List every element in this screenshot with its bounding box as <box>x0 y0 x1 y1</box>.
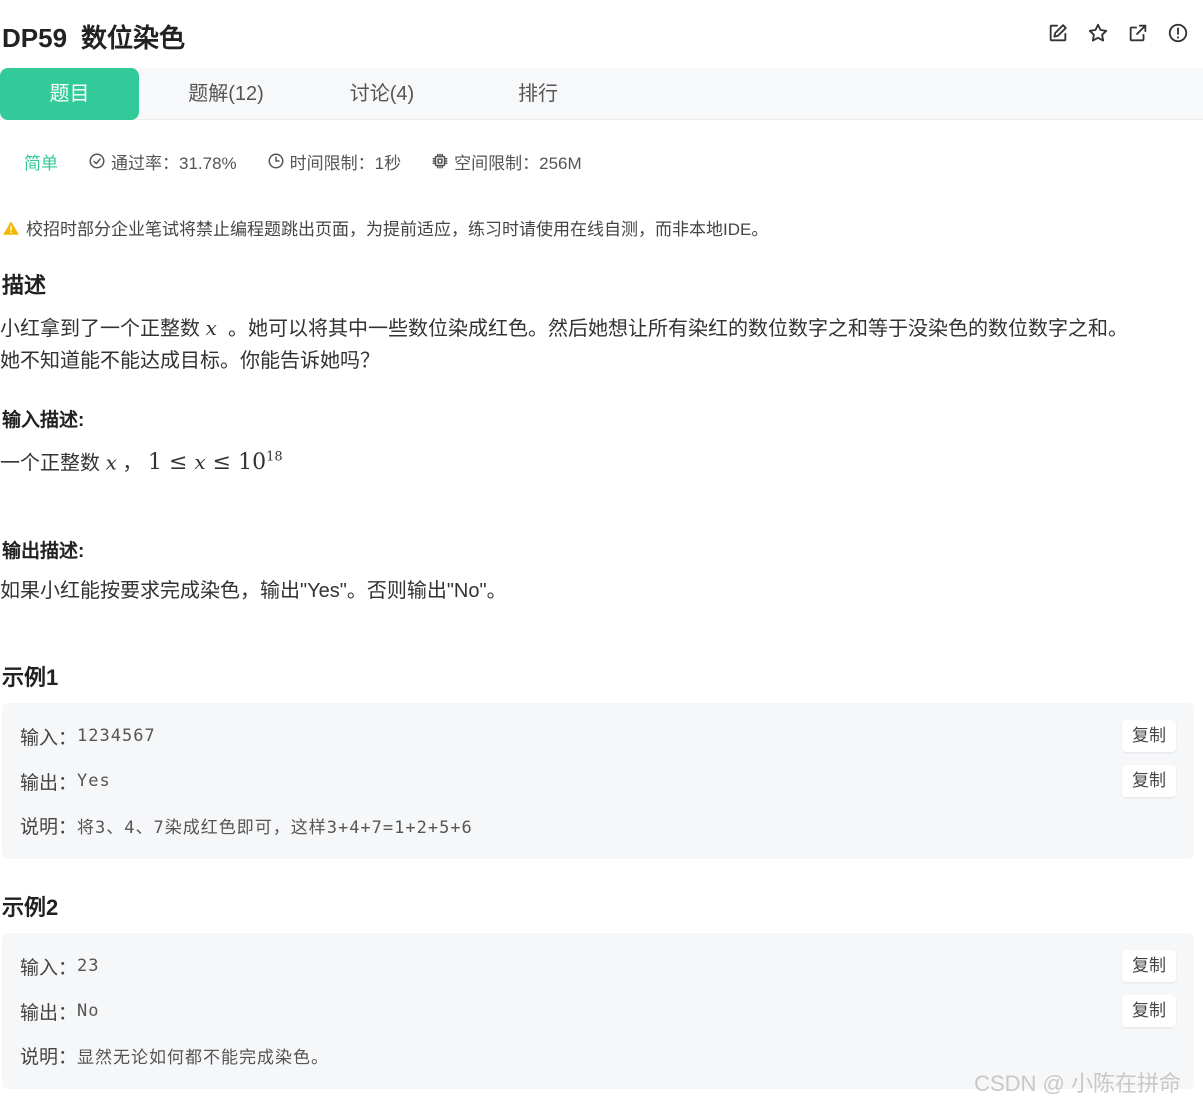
output-label: 输出： <box>20 772 78 794</box>
example-1-note: 将3、4、7染成红色即可，这样3+4+7=1+2+5+6 <box>77 817 473 838</box>
output-desc-text: 如果小红能按要求完成染色，输出"Yes"。否则输出"No"。 <box>0 580 507 602</box>
tab-bar: 题目 题解(12) 讨论(4) 排行 <box>0 68 1203 120</box>
notice-text: 校招时部分企业笔试将禁止编程题跳出页面，为提前适应，练习时请使用在线自测，而非本… <box>26 220 769 239</box>
pass-rate: 通过率：31.78% <box>88 149 237 174</box>
math-var-x: x <box>105 450 117 475</box>
description-text: 小红拿到了一个正整数 x 。她可以将其中一些数位染成红色。然后她想让所有染红的数… <box>0 312 1128 377</box>
problem-meta: 简单 通过率：31.78% 时间限制：1秒 空间限制：256M <box>24 148 612 174</box>
example-2-input-row: 输入： 23 <box>20 951 100 981</box>
input-desc-heading: 输入描述: <box>2 410 85 431</box>
description-text-b: 。她可以将其中一些数位染成红色。然后她想让所有染红的数位数字之和等于没染色的数位… <box>227 318 1128 340</box>
problem-title: 数位染色 <box>81 23 186 53</box>
space-limit-text: 空间限制：256M <box>454 153 582 173</box>
input-desc-sep: ， <box>122 452 143 475</box>
time-limit: 时间限制：1秒 <box>267 149 401 174</box>
constraint-exponent: 18 <box>266 450 283 465</box>
constraint-left: 1 ≤ <box>147 450 195 476</box>
example-1-box: 输入： 1234567 复制 输出： Yes 复制 说明： 将3、4、7染成红色… <box>2 703 1194 859</box>
example-1-output-row: 输出： Yes <box>20 766 111 796</box>
copy-input-button[interactable]: 复制 <box>1122 720 1176 752</box>
clock-icon <box>268 153 284 169</box>
example-2-output[interactable]: No <box>77 1001 99 1021</box>
problem-header: DP59 数位染色 <box>0 14 1203 58</box>
copy-output-button[interactable]: 复制 <box>1122 765 1176 797</box>
example-2-heading: 示例2 <box>2 895 59 920</box>
input-desc-text: 一个正整数 x ， 1 ≤ x ≤ 1018 <box>0 442 283 479</box>
example-2-note-row: 说明： 显然无论如何都不能完成染色。 <box>20 1040 329 1070</box>
pass-rate-text: 通过率：31.78% <box>111 153 237 173</box>
star-icon[interactable] <box>1087 22 1109 44</box>
example-2-output-row: 输出： No <box>20 996 100 1026</box>
tab-solutions[interactable]: 题解(12) <box>160 68 292 120</box>
check-circle-icon <box>89 153 105 169</box>
math-var-x: x <box>205 316 217 340</box>
warning-icon <box>3 220 19 235</box>
example-1-input-row: 输入： 1234567 <box>20 721 156 751</box>
constraint-right: ≤ 10 <box>205 450 267 476</box>
note-label: 说明： <box>20 1046 78 1068</box>
report-icon[interactable] <box>1167 22 1189 44</box>
example-2-input[interactable]: 23 <box>77 956 99 976</box>
exam-notice: 校招时部分企业笔试将禁止编程题跳出页面，为提前适应，练习时请使用在线自测，而非本… <box>2 215 768 240</box>
example-2-note: 显然无论如何都不能完成染色。 <box>77 1047 330 1068</box>
description-text-a: 小红拿到了一个正整数 <box>0 318 200 340</box>
example-1-output[interactable]: Yes <box>77 771 111 791</box>
copy-input-button[interactable]: 复制 <box>1122 950 1176 982</box>
tab-ranking[interactable]: 排行 <box>472 68 604 120</box>
copy-output-button[interactable]: 复制 <box>1122 995 1176 1027</box>
chip-icon <box>432 153 448 169</box>
example-1-heading: 示例1 <box>2 665 59 690</box>
example-1-note-row: 说明： 将3、4、7染成红色即可，这样3+4+7=1+2+5+6 <box>20 810 473 840</box>
input-label: 输入： <box>20 957 78 979</box>
description-line-1: 小红拿到了一个正整数 x 。她可以将其中一些数位染成红色。然后她想让所有染红的数… <box>0 312 1128 345</box>
input-label: 输入： <box>20 727 78 749</box>
output-label: 输出： <box>20 1002 78 1024</box>
constraint-var-x: x <box>194 450 206 475</box>
time-limit-text: 时间限制：1秒 <box>289 153 402 173</box>
note-label: 说明： <box>20 816 78 838</box>
description-line-2: 她不知道能不能达成目标。你能告诉她吗？ <box>0 350 380 372</box>
external-link-icon[interactable] <box>1127 22 1149 44</box>
tab-discussion[interactable]: 讨论(4) <box>316 68 448 120</box>
description-heading: 描述 <box>2 273 47 298</box>
constraint: 1 ≤ x ≤ 1018 <box>148 450 283 475</box>
edit-icon[interactable] <box>1047 22 1069 44</box>
header-actions <box>1047 22 1189 44</box>
example-1-input[interactable]: 1234567 <box>77 726 156 746</box>
page-title: DP59 数位染色 <box>2 18 185 55</box>
tab-problem[interactable]: 题目 <box>0 68 139 120</box>
output-desc-heading: 输出描述: <box>2 541 85 562</box>
problem-code: DP59 <box>2 23 68 53</box>
space-limit: 空间限制：256M <box>431 149 582 174</box>
csdn-watermark: CSDN @ 小陈在拼命 <box>974 1071 1181 1096</box>
difficulty-badge: 简单 <box>24 153 58 173</box>
input-desc-text-a: 一个正整数 <box>0 452 100 475</box>
